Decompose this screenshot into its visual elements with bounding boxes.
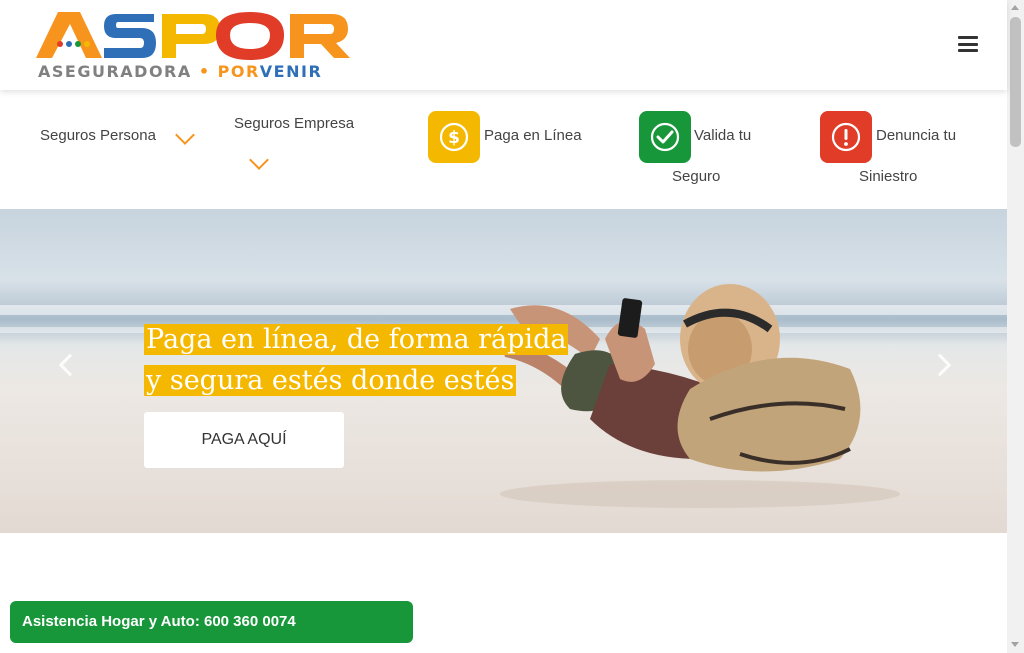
logo-tagline: ASEGURADORA • PORVENIR [38, 62, 322, 81]
main-nav: Seguros Persona Seguros Empresa $ Paga e… [0, 90, 1007, 209]
check-circle-icon[interactable] [639, 111, 691, 163]
exclamation-circle-icon[interactable] [820, 111, 872, 163]
scroll-down-icon[interactable] [1011, 642, 1019, 647]
scrollbar-thumb[interactable] [1010, 17, 1021, 147]
logo-wordmark [36, 12, 350, 60]
logo-tagline-por: POR [217, 62, 260, 81]
svg-text:$: $ [448, 128, 460, 148]
paga-aqui-button[interactable]: PAGA AQUÍ [144, 412, 344, 468]
chevron-down-icon[interactable] [175, 125, 195, 145]
hamburger-menu-icon[interactable] [958, 36, 978, 52]
nav-denuncia-line1[interactable]: Denuncia tu [876, 127, 956, 144]
chevron-down-icon[interactable] [249, 150, 269, 170]
aspor-logo[interactable]: ASEGURADORA • PORVENIR [36, 10, 376, 82]
dollar-circle-icon[interactable]: $ [428, 111, 480, 163]
nav-valida-line2[interactable]: Seguro [672, 168, 720, 185]
nav-seguros-persona[interactable]: Seguros Persona [40, 127, 156, 144]
assistance-phone-button[interactable]: Asistencia Hogar y Auto: 600 360 0074 [10, 601, 413, 643]
hero-carousel: Paga en línea, de forma rápida y segura … [0, 209, 1007, 533]
nav-seguros-empresa[interactable]: Seguros Empresa [234, 115, 354, 132]
page-scrollbar[interactable] [1007, 0, 1024, 653]
nav-denuncia-line2[interactable]: Siniestro [859, 168, 917, 185]
logo-tagline-dot: • [198, 62, 211, 81]
logo-tagline-venir: VENIR [259, 62, 323, 81]
logo-tagline-aseguradora: ASEGURADORA [38, 62, 192, 81]
nav-paga-en-linea[interactable]: Paga en Línea [484, 127, 582, 144]
hero-title-line1: Paga en línea, de forma rápida [144, 324, 569, 355]
carousel-prev-icon[interactable] [58, 353, 82, 377]
carousel-next-icon[interactable] [928, 353, 952, 377]
hero-title: Paga en línea, de forma rápida y segura … [144, 319, 569, 401]
site-header: ASEGURADORA • PORVENIR [0, 0, 1007, 90]
scroll-up-icon[interactable] [1011, 5, 1019, 10]
hero-title-line2: y segura estés donde estés [144, 365, 517, 396]
nav-valida-line1[interactable]: Valida tu [694, 127, 751, 144]
